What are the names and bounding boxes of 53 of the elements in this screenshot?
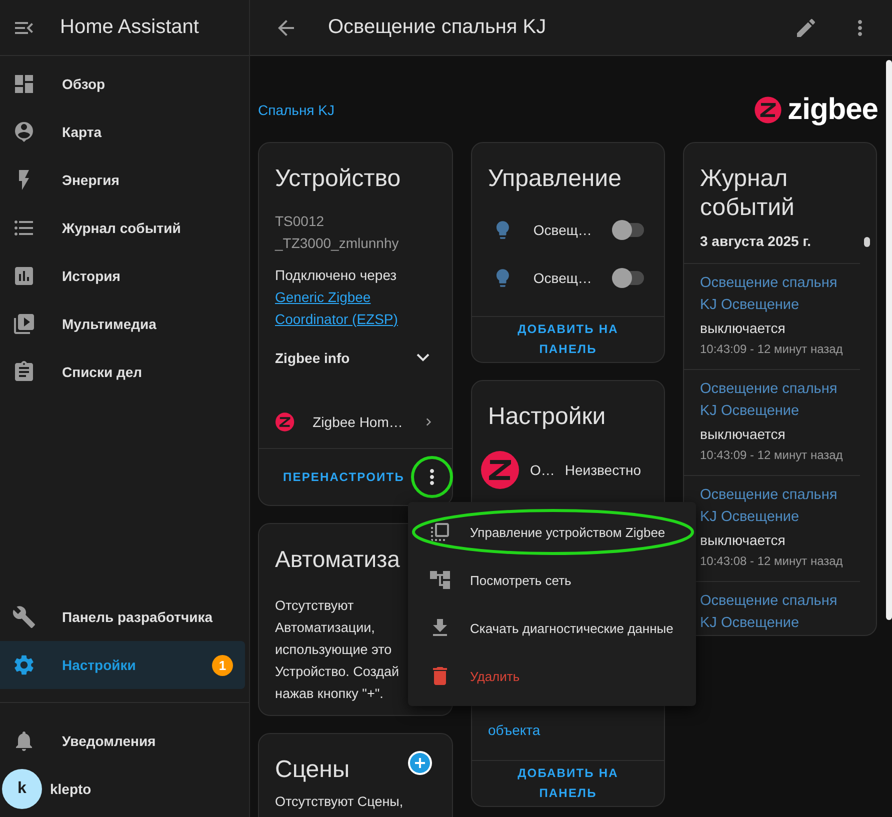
page-title: Освещение спальня KJ (328, 16, 548, 39)
sidebar-item[interactable]: Обзор (0, 60, 245, 108)
entity-name[interactable]: Освещ… (533, 270, 592, 286)
card-title: Устройство (274, 164, 402, 194)
coordinator-link[interactable]: Generic Zigbee Coordinator (EZSP) (275, 286, 436, 330)
sidebar-item[interactable]: Списки дел (0, 348, 245, 396)
entity-link[interactable]: Освещение спальня KJ Освещение (700, 590, 840, 635)
sidebar-item[interactable]: Настройки 1 (0, 641, 245, 689)
notification-badge: 1 (212, 654, 233, 676)
add-to-dashboard-button[interactable]: ДОБАВИТЬ НА ПАНЕЛЬ (480, 763, 656, 804)
event-time: 10:43:09 - 12 минут назад (700, 446, 844, 464)
menu-item[interactable]: Посмотреть сеть (408, 556, 696, 604)
menu-item[interactable]: Скачать диагностические данные (408, 604, 696, 652)
entity-link[interactable]: Освещение спальня KJ Освещение (700, 484, 840, 529)
event-text: выключается (700, 318, 786, 338)
menu-item[interactable]: Удалить (408, 652, 696, 700)
sidebar-item[interactable]: Мультимедиа (0, 300, 245, 348)
entity-link[interactable]: Освещение спальня KJ Освещение (700, 378, 840, 423)
sidebar-item[interactable]: Журнал событий (0, 204, 245, 252)
sidebar-item[interactable]: Уведомления (0, 717, 245, 765)
event-text: выключается (700, 424, 786, 444)
card-title: Сцены (274, 755, 351, 786)
card-title: Автоматиза (275, 544, 400, 574)
area-link[interactable]: Спальня KJ (258, 102, 334, 118)
reconfigure-button[interactable]: ПЕРЕНАСТРОИТЬ (275, 466, 412, 487)
sidebar-item[interactable]: Карта (0, 108, 245, 156)
logbook-date: 3 августа 2025 г. (700, 232, 812, 251)
sidebar-item[interactable]: Панель разработчика (0, 593, 245, 641)
device-model: TS0012 (275, 212, 326, 231)
add-to-dashboard-button[interactable]: ДОБАВИТЬ НА ПАНЕЛЬ (480, 319, 656, 360)
event-time: 10:43:09 - 12 минут назад (700, 340, 844, 358)
app-title: Home Assistant (60, 16, 199, 39)
card-title: Управление (487, 164, 622, 194)
entity-state: Неизвестно (564, 462, 642, 478)
user-avatar[interactable]: k (2, 769, 42, 809)
zigbee-info-expander[interactable]: Zigbee info (275, 346, 436, 370)
entity-link[interactable]: Освещение спальня KJ Освещение (700, 272, 840, 317)
entity-name[interactable]: Освещ… (533, 222, 592, 238)
entity-name[interactable]: О… (530, 462, 555, 478)
sidebar-item[interactable]: История (0, 252, 245, 300)
empty-automations-text: Отсутствуют Автоматизации, использующие это Устройство. Создай нажав кнопку "+". (275, 597, 400, 704)
sidebar-item[interactable]: Энергия (0, 156, 245, 204)
card-title: Настройки (487, 402, 607, 432)
menu-item[interactable]: Управление устройством Zigbee (408, 508, 696, 556)
empty-scenes-text: Отсутствуют Сцены, (275, 793, 404, 812)
event-time: 10:43:08 - 12 минут назад (700, 552, 844, 570)
user-name[interactable]: klepto (50, 781, 92, 797)
integration-row[interactable]: Zigbee Hom… (275, 402, 436, 442)
device-manufacturer: _TZ3000_zmlunnhy (275, 234, 400, 253)
event-text: выключается (700, 530, 786, 550)
zigbee-logo-text: zigbee (788, 93, 878, 127)
card-title: Журнал событий (699, 164, 796, 223)
connected-label: Подключено через (275, 266, 398, 285)
